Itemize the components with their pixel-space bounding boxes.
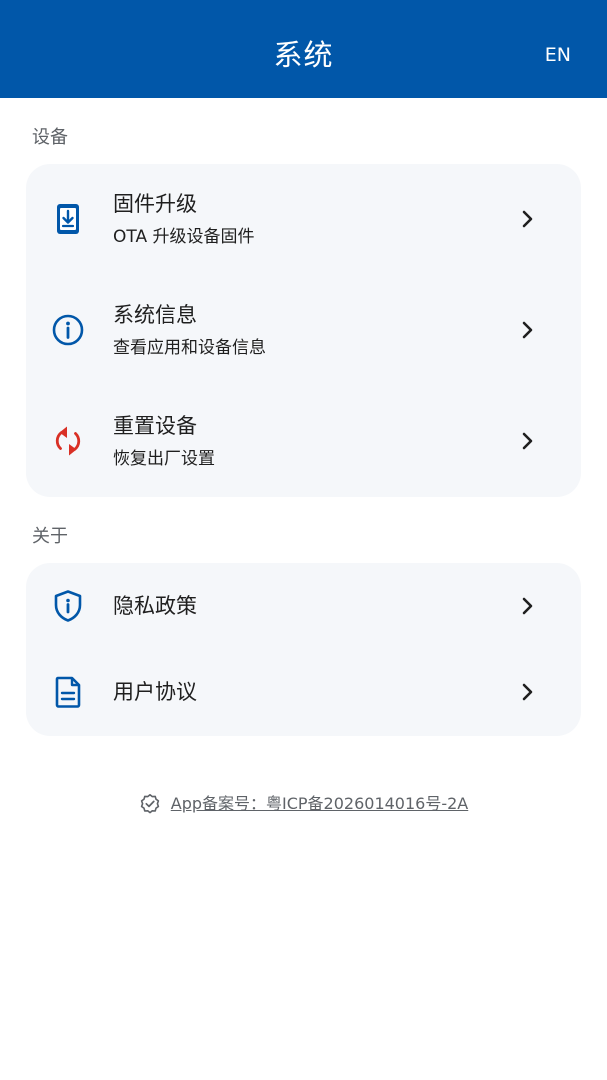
app-header: 系统 EN	[0, 0, 607, 98]
section-label-about: 关于	[32, 526, 68, 547]
firmware-upgrade-subtitle: OTA 升级设备固件	[113, 227, 255, 247]
system-settings-screen: 系统 EN 设备 固件升级 OTA 升级设备固件 系统信息 查看应用和设备信息 …	[0, 0, 607, 1080]
reset-device-subtitle: 恢复出厂设置	[113, 449, 215, 469]
chevron-right-icon	[517, 431, 537, 451]
reset-device-item[interactable]: 重置设备 恢复出厂设置	[26, 386, 581, 497]
privacy-policy-item[interactable]: 隐私政策	[26, 563, 581, 649]
document-icon	[50, 674, 86, 710]
firmware-upgrade-title: 固件升级	[113, 192, 197, 216]
privacy-policy-title: 隐私政策	[113, 594, 197, 618]
about-card: 隐私政策 用户协议	[26, 563, 581, 736]
chevron-right-icon	[517, 682, 537, 702]
info-icon	[50, 312, 86, 348]
icp-record-link[interactable]: App备案号：粤ICP备2026014016号-2A	[171, 790, 469, 818]
language-toggle-button[interactable]: EN	[545, 38, 571, 72]
firmware-upgrade-item[interactable]: 固件升级 OTA 升级设备固件	[26, 164, 581, 275]
chevron-right-icon	[517, 596, 537, 616]
section-label-device: 设备	[32, 127, 68, 148]
icp-footer: App备案号：粤ICP备2026014016号-2A	[0, 790, 607, 818]
chevron-right-icon	[517, 320, 537, 340]
system-info-subtitle: 查看应用和设备信息	[113, 338, 266, 358]
system-info-title: 系统信息	[113, 303, 197, 327]
user-agreement-item[interactable]: 用户协议	[26, 649, 581, 736]
firmware-download-icon	[50, 201, 86, 237]
chevron-right-icon	[517, 209, 537, 229]
device-settings-card: 固件升级 OTA 升级设备固件 系统信息 查看应用和设备信息 重置设备 恢复出厂…	[26, 164, 581, 497]
system-info-item[interactable]: 系统信息 查看应用和设备信息	[26, 275, 581, 386]
user-agreement-title: 用户协议	[113, 680, 197, 704]
privacy-shield-icon	[50, 588, 86, 624]
page-title: 系统	[273, 38, 334, 72]
reset-device-title: 重置设备	[113, 414, 197, 438]
reset-icon	[50, 423, 86, 459]
verified-badge-icon	[140, 794, 159, 814]
